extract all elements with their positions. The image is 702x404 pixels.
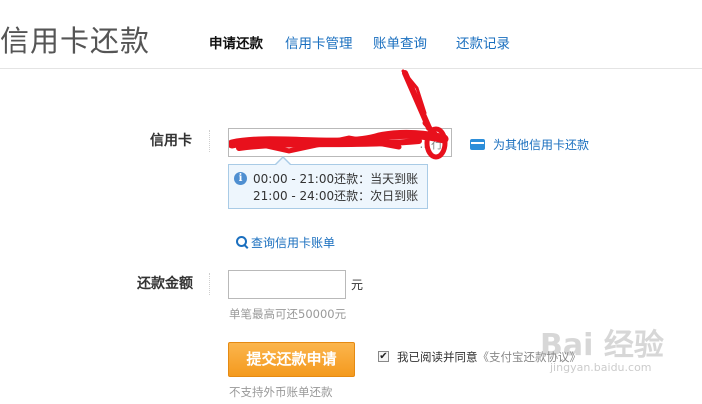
other-card-link-label: 为其他信用卡还款 bbox=[493, 138, 590, 152]
annotation-arrow bbox=[401, 69, 448, 160]
submit-repayment-button[interactable]: 提交还款申请 bbox=[228, 342, 355, 377]
watermark-subtext: jingyan.baidu.com bbox=[550, 361, 652, 374]
amount-unit: 元 bbox=[351, 278, 364, 292]
label-divider bbox=[209, 130, 210, 152]
query-link-label: 查询信用卡账单 bbox=[251, 236, 336, 250]
tab-bill-query[interactable]: 账单查询 bbox=[373, 35, 427, 53]
watermark-text: Bai 经验 bbox=[540, 328, 664, 363]
tip-line-2: 21:00 - 24:00还款：次日到账 bbox=[253, 189, 419, 203]
info-icon: i bbox=[234, 172, 247, 185]
tab-apply-repayment[interactable]: 申请还款 bbox=[209, 35, 263, 53]
card-label: 信用卡 bbox=[150, 133, 192, 149]
search-icon bbox=[236, 236, 247, 247]
tab-card-management[interactable]: 信用卡管理 bbox=[285, 35, 353, 53]
amount-hint: 单笔最高可还50000元 bbox=[229, 307, 347, 321]
agree-checkbox[interactable]: ✔ bbox=[378, 351, 389, 362]
tip-line-1: 00:00 - 21:00还款：当天到账 bbox=[253, 172, 419, 186]
query-bill-link[interactable]: 查询信用卡账单 bbox=[236, 235, 335, 251]
label-divider bbox=[209, 273, 210, 295]
other-card-repay-link[interactable]: 为其他信用卡还款 bbox=[470, 137, 589, 153]
checkbox-checked-icon: ✔ bbox=[379, 351, 388, 362]
amount-input[interactable] bbox=[228, 270, 346, 299]
timing-tooltip: i 00:00 - 21:00还款：当天到账 21:00 - 24:00还款：次… bbox=[228, 156, 428, 209]
tab-repayment-records[interactable]: 还款记录 bbox=[456, 35, 510, 53]
amount-label: 还款金额 bbox=[137, 276, 193, 292]
header-divider bbox=[0, 68, 702, 69]
page-title: 信用卡还款 bbox=[0, 24, 151, 58]
foreign-currency-hint: 不支持外币账单还款 bbox=[229, 385, 333, 399]
card-icon bbox=[470, 139, 485, 150]
agree-text-label: 我已阅读并同意 bbox=[397, 350, 478, 364]
